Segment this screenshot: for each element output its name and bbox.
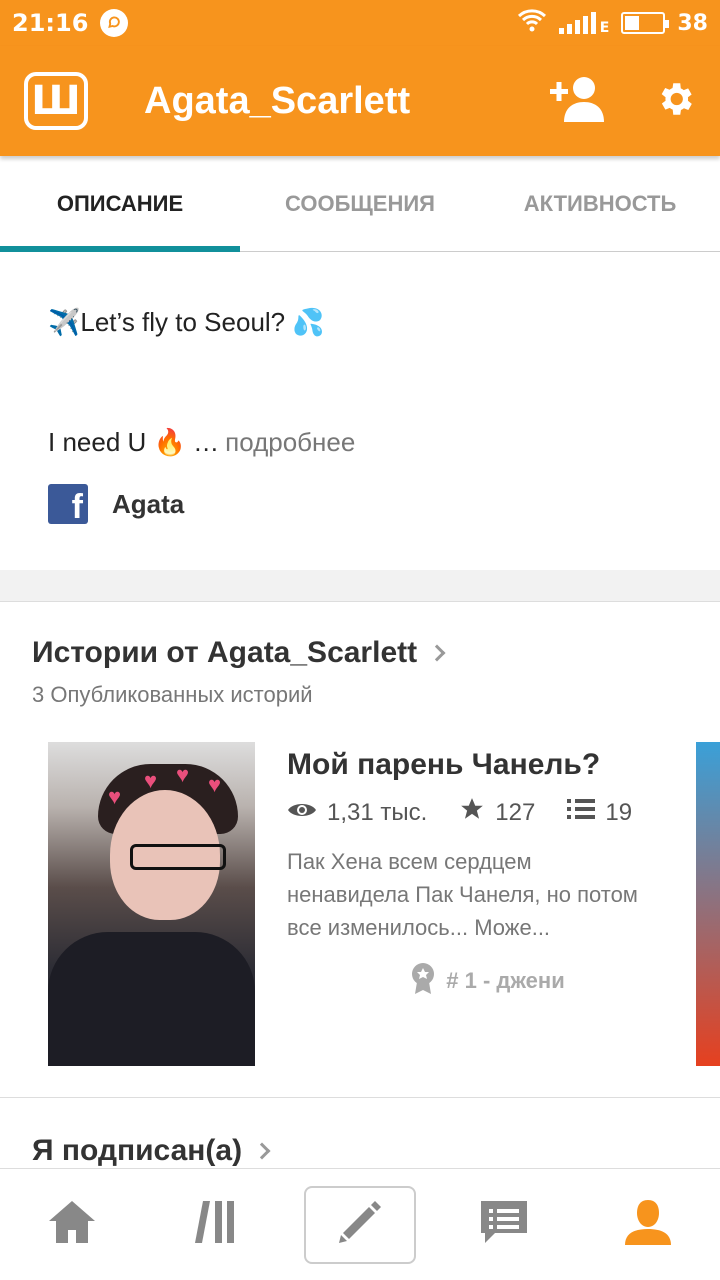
- story-rank: # 1 - джени: [287, 962, 688, 1000]
- wattpad-logo[interactable]: Ш: [24, 72, 88, 130]
- nav-write[interactable]: [288, 1169, 432, 1280]
- whatsapp-icon: [100, 9, 129, 37]
- description-line-2: I need U 🔥 … подробнее: [48, 422, 672, 462]
- gear-icon[interactable]: [654, 78, 696, 125]
- story-stats: 1,31 тыс. 127 19: [287, 796, 688, 829]
- reads-count: 1,31 тыс.: [327, 798, 428, 826]
- battery-percent: 38: [677, 10, 708, 36]
- stories-header[interactable]: Истории от Agata_Scarlett: [32, 636, 446, 670]
- tab-messages[interactable]: СООБЩЕНИЯ: [240, 156, 480, 251]
- nav-home[interactable]: [0, 1169, 144, 1280]
- section-divider: [0, 570, 720, 602]
- nav-messages[interactable]: [432, 1169, 576, 1280]
- profile-tabs: ОПИСАНИЕ СООБЩЕНИЯ АКТИВНОСТЬ: [0, 156, 720, 252]
- story-card[interactable]: ♥ ♥ ♥ ♥ Мой парень Чанель? 1,31 тыс. 127: [48, 742, 688, 1066]
- stories-title: Истории от Agata_Scarlett: [32, 636, 418, 669]
- following-title: Я подписан(а): [32, 1134, 243, 1167]
- votes-count: 127: [495, 798, 536, 826]
- rank-label: # 1 - джени: [446, 968, 565, 993]
- star-icon: [459, 796, 485, 829]
- following-header[interactable]: Я подписан(а): [32, 1134, 271, 1168]
- next-story-cover[interactable]: [696, 742, 720, 1066]
- page-title: Agata_Scarlett: [144, 79, 411, 122]
- battery-icon: [621, 12, 670, 34]
- read-more-link[interactable]: подробнее: [225, 427, 355, 458]
- description-text: I need U 🔥 …: [48, 426, 220, 457]
- facebook-icon: f: [48, 484, 88, 524]
- home-icon: [47, 1199, 97, 1250]
- stories-section: Истории от Agata_Scarlett 3 Опубликованн…: [0, 602, 720, 1098]
- list-icon: [567, 798, 596, 827]
- tab-activity[interactable]: АКТИВНОСТЬ: [480, 156, 720, 251]
- facebook-name: Agata: [112, 488, 185, 519]
- stories-count: 3 Опубликованных историй: [32, 682, 313, 707]
- chevron-right-icon: [428, 644, 446, 662]
- library-icon: [191, 1199, 241, 1250]
- chevron-right-icon: [253, 1142, 271, 1160]
- bottom-navigation: [0, 1168, 720, 1280]
- app-bar: Ш Agata_Scarlett: [0, 46, 720, 156]
- status-time: 21:16: [12, 9, 89, 37]
- add-user-icon[interactable]: [550, 76, 606, 127]
- award-icon: [410, 962, 436, 1000]
- wifi-icon: [517, 8, 547, 38]
- facebook-link[interactable]: f Agata: [48, 484, 672, 524]
- nav-profile[interactable]: [576, 1169, 720, 1280]
- tab-description[interactable]: ОПИСАНИЕ: [0, 156, 240, 252]
- following-section: Я подписан(а): [0, 1098, 720, 1170]
- profile-description: ✈️Let’s fly to Seoul? 💦 I need U 🔥 … под…: [0, 252, 720, 570]
- status-bar: 21:16 E 38: [0, 0, 720, 46]
- profile-icon: [623, 1197, 673, 1252]
- signal-icon: [558, 12, 596, 34]
- story-title: Мой парень Чанель?: [287, 748, 601, 781]
- write-icon: [335, 1197, 385, 1252]
- parts-count: 19: [605, 798, 633, 826]
- description-line-1: ✈️Let’s fly to Seoul? 💦: [48, 306, 325, 337]
- nav-library[interactable]: [144, 1169, 288, 1280]
- eye-icon: [287, 799, 317, 827]
- messages-icon: [479, 1199, 529, 1250]
- network-type: E: [599, 20, 610, 36]
- story-blurb: Пак Хена всем сердцем ненавидела Пак Чан…: [287, 849, 638, 940]
- story-cover-image: ♥ ♥ ♥ ♥: [48, 742, 255, 1066]
